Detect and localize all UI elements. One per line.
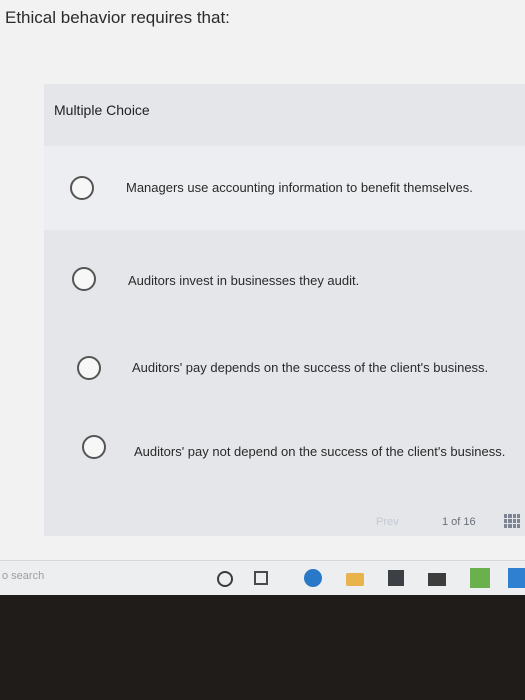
- grid-icon[interactable]: [504, 514, 520, 528]
- section-label: Multiple Choice: [54, 102, 150, 118]
- prev-button[interactable]: Prev: [376, 516, 399, 528]
- edge-browser-icon[interactable]: [304, 569, 322, 587]
- pagination: Prev 1 of 16: [44, 514, 525, 534]
- cortana-circle-icon[interactable]: [217, 571, 233, 587]
- answer-option-2[interactable]: Auditors invest in businesses they audit…: [44, 236, 525, 320]
- answer-option-4[interactable]: Auditors' pay not depend on the success …: [44, 406, 525, 490]
- task-view-icon[interactable]: [254, 571, 268, 585]
- windows-taskbar: o search: [0, 560, 525, 595]
- taskbar-search[interactable]: o search: [2, 570, 44, 582]
- monitor-bezel: [0, 595, 525, 700]
- answer-option-label: Managers use accounting information to b…: [126, 180, 473, 195]
- answer-option-1[interactable]: Managers use accounting information to b…: [44, 146, 525, 230]
- radio-circle-icon[interactable]: [77, 356, 101, 380]
- answer-option-label: Auditors' pay not depend on the success …: [134, 444, 506, 459]
- question-text: Ethical behavior requires that:: [5, 8, 230, 27]
- app-icon[interactable]: [508, 568, 525, 588]
- page-indicator[interactable]: 1 of 16: [442, 516, 476, 528]
- file-explorer-icon[interactable]: [346, 573, 364, 586]
- app-icon[interactable]: [470, 568, 490, 588]
- multiple-choice-panel: Multiple Choice Managers use accounting …: [44, 84, 525, 536]
- screen: Ethical behavior requires that: Multiple…: [0, 0, 525, 560]
- answer-option-label: Auditors invest in businesses they audit…: [128, 273, 360, 288]
- store-icon[interactable]: [388, 570, 404, 586]
- radio-circle-icon[interactable]: [70, 176, 94, 200]
- mail-icon[interactable]: [428, 573, 446, 586]
- answer-option-label: Auditors' pay depends on the success of …: [132, 360, 489, 375]
- radio-circle-icon[interactable]: [72, 267, 96, 291]
- radio-circle-icon[interactable]: [82, 435, 106, 459]
- answer-option-3[interactable]: Auditors' pay depends on the success of …: [44, 326, 525, 410]
